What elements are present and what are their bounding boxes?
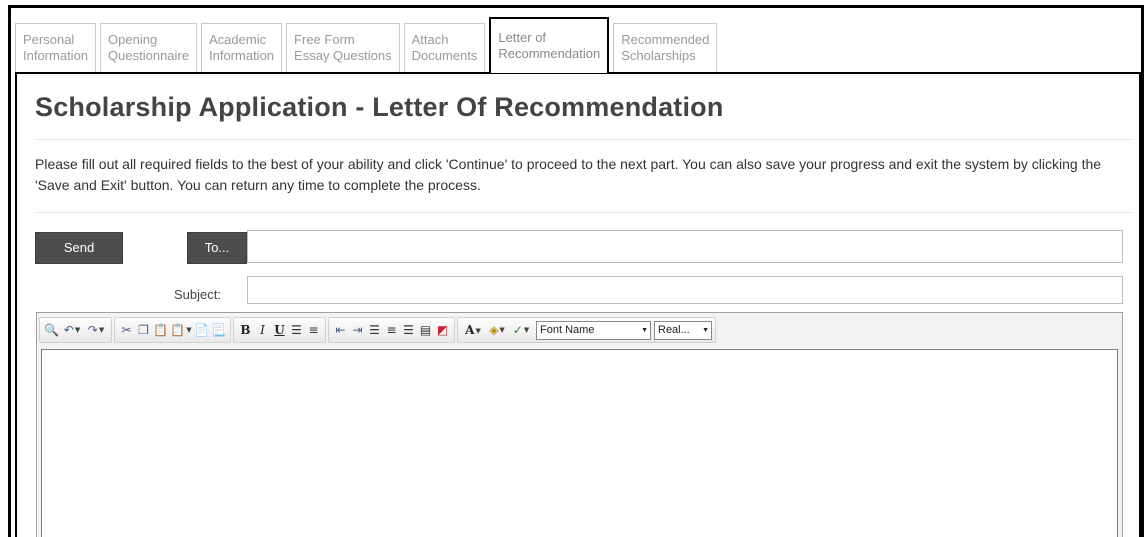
divider: [35, 139, 1133, 140]
step-tabs: Personal Information Opening Questionnai…: [15, 17, 721, 73]
align-left-icon[interactable]: ☰: [366, 320, 383, 340]
indent-icon[interactable]: ⇥: [349, 320, 366, 340]
toolbar-group-clipboard: ✂ ❐ 📋 📋 ▼ 📄 📃: [114, 317, 231, 343]
paste-icon[interactable]: 📋: [152, 320, 169, 340]
copy-icon[interactable]: ❐: [135, 320, 152, 340]
tab-label: Information: [209, 48, 275, 63]
tab-recommended-scholarships[interactable]: Recommended Scholarships: [613, 23, 718, 73]
tab-label: Personal: [23, 32, 75, 47]
bullet-list-icon[interactable]: ☰: [288, 320, 305, 340]
toolbar-group-color: A ▼ ◈ ▼ ✓ ▼ Font Name ▼ Real... ▼: [457, 317, 716, 343]
font-name-value: Font Name: [540, 324, 595, 336]
chevron-down-icon: ▼: [702, 326, 709, 334]
justify-icon[interactable]: ▤: [417, 320, 434, 340]
tab-label: Attach: [411, 32, 449, 47]
numbered-list-icon[interactable]: ≡: [305, 320, 322, 340]
highlight-color-icon[interactable]: ◈ ▼: [485, 320, 509, 340]
subject-input[interactable]: [247, 276, 1123, 304]
clear-formatting-icon[interactable]: ◩: [434, 320, 451, 340]
font-color-icon[interactable]: A ▼: [461, 320, 485, 340]
binoculars-icon[interactable]: 🔍: [43, 320, 60, 340]
bold-icon[interactable]: B: [237, 320, 254, 340]
tab-label: Essay Questions: [294, 48, 392, 63]
font-size-value: Real...: [658, 324, 690, 336]
tab-opening-questionnaire[interactable]: Opening Questionnaire: [100, 23, 197, 73]
to-input[interactable]: [247, 230, 1123, 263]
send-button[interactable]: Send: [35, 232, 123, 264]
undo-icon[interactable]: ↶ ▼: [60, 320, 84, 340]
tab-label: Questionnaire: [108, 48, 189, 63]
tab-label: Letter of: [498, 30, 547, 45]
cut-icon[interactable]: ✂: [118, 320, 135, 340]
content-panel: Scholarship Application - Letter Of Reco…: [15, 72, 1141, 537]
tab-label: Information: [23, 48, 89, 63]
font-size-select[interactable]: Real... ▼: [654, 320, 712, 340]
toolbar-group-formatting: B I U ☰ ≡: [233, 317, 326, 343]
tab-label: Opening: [108, 32, 158, 47]
redo-icon[interactable]: ↷ ▼: [84, 320, 108, 340]
align-right-icon[interactable]: ☰: [400, 320, 417, 340]
italic-icon[interactable]: I: [254, 320, 271, 340]
tab-label: Recommended: [621, 32, 710, 47]
spellcheck-icon[interactable]: ✓ ▼: [509, 320, 533, 340]
tab-letter-of-recommendation[interactable]: Letter of Recommendation: [489, 17, 610, 73]
tab-label: Academic: [209, 32, 267, 47]
tab-label: Free Form: [294, 32, 355, 47]
divider: [35, 212, 1133, 213]
editor-content-area[interactable]: [41, 349, 1118, 537]
paste-options-icon[interactable]: 📋 ▼: [169, 320, 193, 340]
toolbar-group-history: 🔍 ↶ ▼ ↷ ▼: [39, 317, 112, 343]
font-name-select[interactable]: Font Name ▼: [536, 320, 651, 340]
rich-text-editor: 🔍 ↶ ▼ ↷ ▼ ✂ ❐ 📋 📋 ▼ 📄 📃 B I U ☰ ≡ ⇤ ⇥ ☰ …: [36, 312, 1123, 537]
tab-label: Recommendation: [498, 46, 601, 61]
editor-toolbar: 🔍 ↶ ▼ ↷ ▼ ✂ ❐ 📋 📋 ▼ 📄 📃 B I U ☰ ≡ ⇤ ⇥ ☰ …: [39, 315, 1116, 345]
tab-label: Documents: [411, 48, 478, 63]
tab-attach-documents[interactable]: Attach Documents: [403, 23, 486, 73]
instructions-text: Please fill out all required fields to t…: [35, 156, 1102, 193]
chevron-down-icon: ▼: [641, 326, 648, 334]
subject-label: Subject:: [174, 287, 221, 302]
paste-from-word-icon[interactable]: 📄: [193, 320, 210, 340]
outdent-icon[interactable]: ⇤: [332, 320, 349, 340]
toolbar-group-alignment: ⇤ ⇥ ☰ ≡ ☰ ▤ ◩: [328, 317, 455, 343]
underline-icon[interactable]: U: [271, 320, 288, 340]
tab-label: Scholarships: [621, 48, 696, 63]
tab-personal-information[interactable]: Personal Information: [15, 23, 97, 73]
tab-academic-information[interactable]: Academic Information: [201, 23, 283, 73]
page-title: Scholarship Application - Letter Of Reco…: [35, 92, 724, 122]
align-center-icon[interactable]: ≡: [383, 320, 400, 340]
to-button[interactable]: To...: [187, 232, 247, 264]
tab-free-form-essay-questions[interactable]: Free Form Essay Questions: [286, 23, 400, 73]
paste-plain-text-icon[interactable]: 📃: [210, 320, 227, 340]
